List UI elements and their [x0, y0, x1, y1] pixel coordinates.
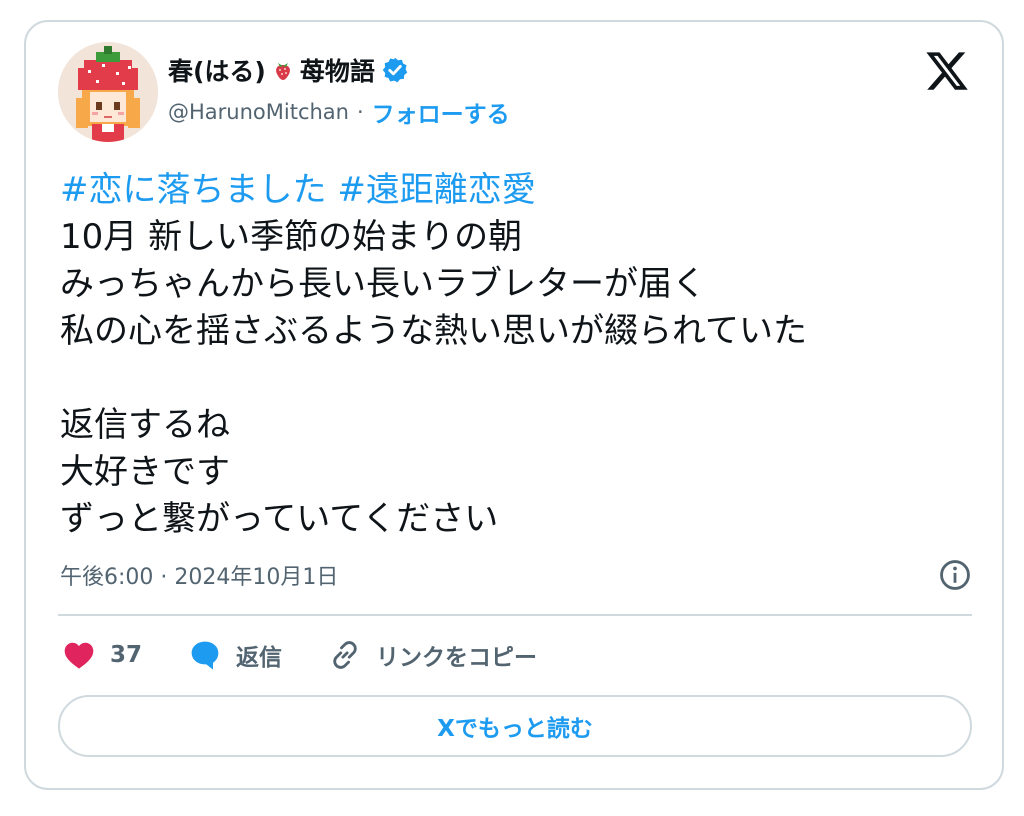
display-name-part1[interactable]: 春(はる): [168, 52, 266, 88]
post-meta: 午後6:00 · 2024年10月1日: [60, 557, 972, 593]
hashtag-line: #恋に落ちました #遠距離恋愛: [60, 167, 980, 214]
reply-label: 返信: [236, 645, 283, 671]
display-name-part2[interactable]: 苺物語: [300, 52, 375, 88]
reply-button[interactable]: 返信: [188, 638, 282, 672]
avatar[interactable]: [58, 42, 158, 142]
post-line: ずっと繋がっていてください: [60, 499, 499, 539]
link-icon: [333, 641, 357, 669]
author-handle-row: @HarunoMitchan · フォローする: [168, 96, 510, 128]
x-logo-icon[interactable]: [924, 48, 970, 94]
hashtag-link[interactable]: #恋に落ちました: [60, 170, 327, 210]
author-handle[interactable]: @HarunoMitchan: [168, 100, 349, 124]
copy-link-label: リンクをコピー: [376, 645, 538, 671]
post-line: 大好きです: [60, 452, 230, 492]
read-more-button[interactable]: Xでもっと読む: [58, 695, 972, 757]
post-timestamp[interactable]: 午後6:00 · 2024年10月1日: [60, 559, 338, 591]
post-line: みっちゃんから長い長いラブレターが届く: [60, 264, 706, 304]
hashtag-link[interactable]: #遠距離恋愛: [337, 170, 536, 210]
author-name-row[interactable]: 春(はる) 苺物語: [168, 50, 409, 90]
action-bar: 37 返信 リンクをコピー: [62, 634, 583, 676]
divider: [58, 614, 972, 616]
like-button[interactable]: 37: [62, 640, 142, 670]
heart-icon: [64, 642, 94, 669]
strawberry-icon: [275, 63, 290, 80]
reply-bubble-icon: [191, 641, 219, 670]
post-line: 10月 新しい季節の始まりの朝: [60, 217, 523, 257]
post-line: 返信するね: [60, 405, 230, 445]
avatar-image: [58, 42, 158, 142]
verified-badge-icon: [382, 57, 408, 83]
post-text: #恋に落ちました #遠距離恋愛 10月 新しい季節の始まりの朝 みっちゃんから長…: [60, 167, 980, 543]
post-line-blank: [60, 355, 980, 402]
follow-button[interactable]: フォローする: [372, 95, 510, 129]
copy-link-button[interactable]: リンクをコピー: [328, 638, 537, 672]
info-icon[interactable]: [938, 558, 972, 592]
post-line: 私の心を揺さぶるような熱い思いが綴られていた: [60, 311, 807, 351]
like-count: 37: [110, 642, 143, 668]
embedded-post-card: 春(はる) 苺物語 @HarunoMitchan · フォローする #恋に落ちま…: [24, 20, 1004, 790]
separator-dot: ·: [356, 100, 364, 124]
